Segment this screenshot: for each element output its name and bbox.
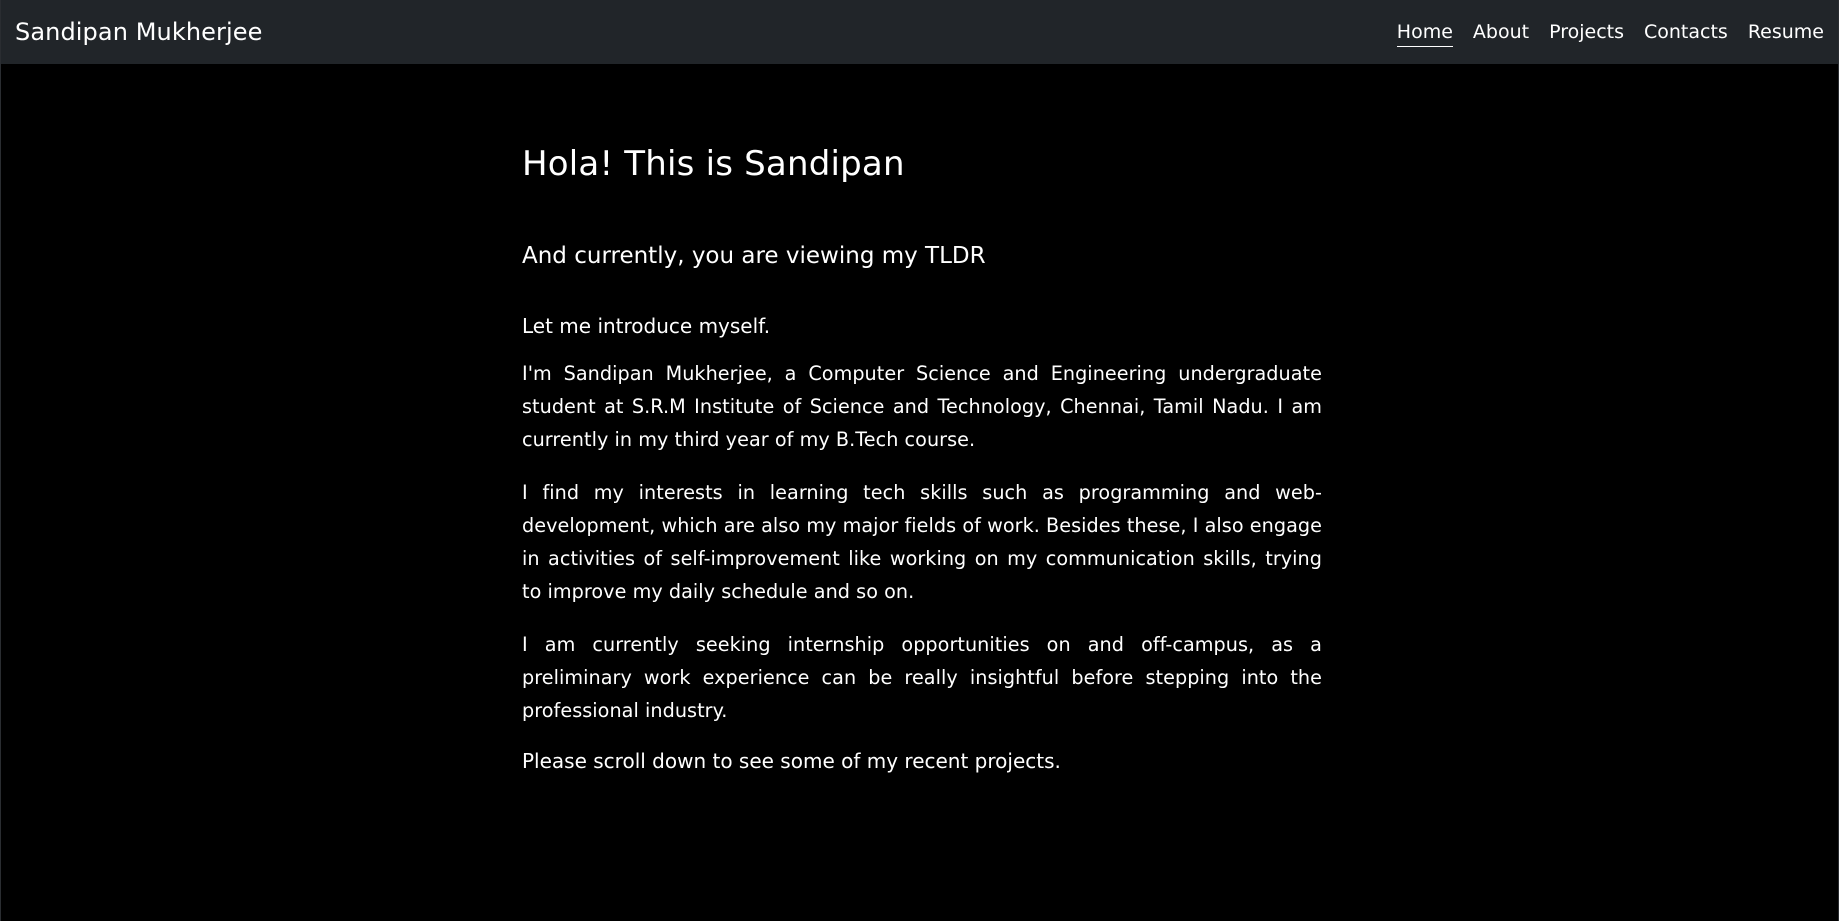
main-content: Hola! This is Sandipan And currently, yo… xyxy=(522,140,1322,775)
page: Sandipan Mukherjee Home About Projects C… xyxy=(0,0,1839,921)
brand-link[interactable]: Sandipan Mukherjee xyxy=(15,18,263,46)
intro-text: Let me introduce myself. xyxy=(522,314,771,338)
page-subtitle: And currently, you are viewing my TLDR xyxy=(522,243,986,269)
page-title: Hola! This is Sandipan xyxy=(522,144,905,184)
navbar: Sandipan Mukherjee Home About Projects C… xyxy=(1,0,1838,64)
nav-link-about[interactable]: About xyxy=(1473,21,1529,47)
nav-link-home[interactable]: Home xyxy=(1396,21,1453,47)
nav-link-resume[interactable]: Resume xyxy=(1748,21,1824,47)
closing-text: Please scroll down to see some of my rec… xyxy=(522,749,1061,773)
nav-link-projects[interactable]: Projects xyxy=(1549,21,1624,47)
nav-links: Home About Projects Contacts Resume xyxy=(1396,21,1824,47)
bio-paragraph-2: I find my interests in learning tech ski… xyxy=(522,481,1322,603)
bio-paragraph-3: I am currently seeking internship opport… xyxy=(522,633,1322,722)
nav-link-contacts[interactable]: Contacts xyxy=(1644,21,1728,47)
bio-paragraph-1: I'm Sandipan Mukherjee, a Computer Scien… xyxy=(522,362,1322,451)
